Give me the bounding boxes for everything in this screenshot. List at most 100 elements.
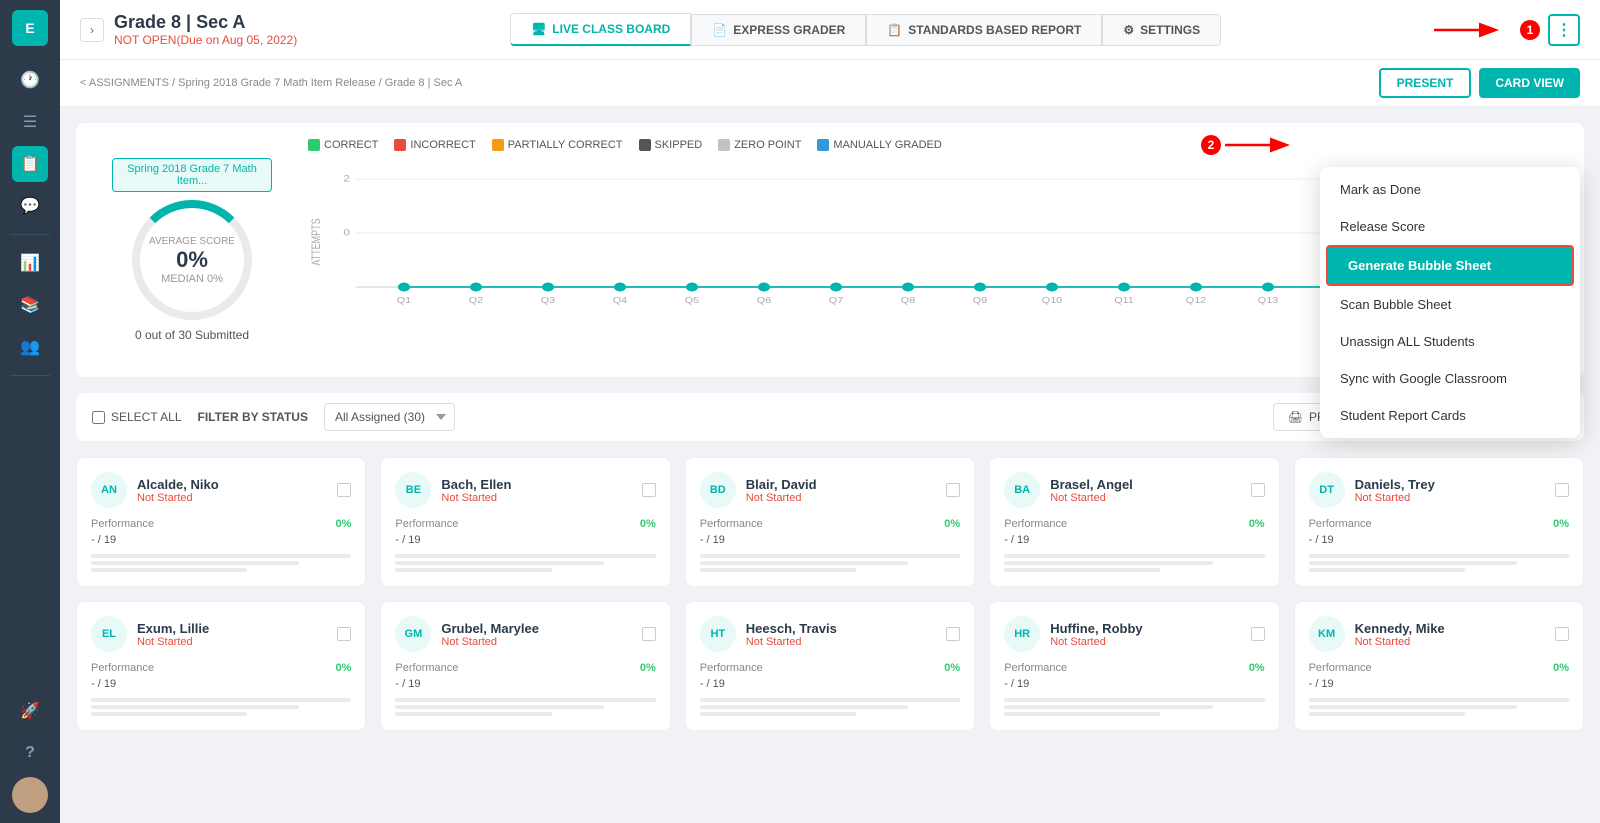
progress-line-1: [700, 554, 960, 558]
sidebar-item-help[interactable]: ?: [12, 735, 48, 771]
score-row: - / 19: [1309, 678, 1569, 690]
student-info: Daniels, Trey Not Started: [1355, 477, 1545, 504]
student-card: BE Bach, Ellen Not Started Performance 0…: [380, 457, 670, 587]
student-checkbox[interactable]: [1251, 627, 1265, 641]
score-row: - / 19: [91, 534, 351, 546]
student-card: EL Exum, Lillie Not Started Performance …: [76, 601, 366, 731]
progress-line-3: [395, 712, 551, 716]
sidebar-item-menu[interactable]: ☰: [12, 104, 48, 140]
select-all-checkbox[interactable]: SELECT ALL: [92, 410, 182, 424]
zero-point-label: ZERO POINT: [734, 139, 801, 151]
student-checkbox[interactable]: [946, 483, 960, 497]
student-info: Brasel, Angel Not Started: [1050, 477, 1240, 504]
performance-label: Performance: [1309, 662, 1372, 674]
status-filter-select[interactable]: All Assigned (30): [324, 403, 455, 431]
filter-by-status-label: FILTER BY STATUS: [198, 410, 308, 424]
sidebar-item-students[interactable]: 👥: [12, 329, 48, 365]
card-view-button[interactable]: CARD VIEW: [1479, 68, 1580, 98]
tab-live-class-board[interactable]: 🖥 LIVE CLASS BOARD: [510, 13, 691, 46]
sidebar-item-library[interactable]: 📚: [12, 287, 48, 323]
sidebar-logo[interactable]: E: [12, 10, 48, 46]
student-card-header: HR Huffine, Robby Not Started: [1004, 616, 1264, 652]
sidebar-item-reports[interactable]: 📊: [12, 245, 48, 281]
dropdown-item[interactable]: Release Score: [1320, 208, 1580, 245]
zero-point-dot: [718, 139, 730, 151]
progress-line-1: [1309, 698, 1569, 702]
svg-text:2: 2: [343, 174, 350, 184]
student-status: Not Started: [746, 636, 936, 648]
student-avatar: KM: [1309, 616, 1345, 652]
score-row: - / 19: [1309, 534, 1569, 546]
progress-lines: [91, 554, 351, 572]
student-checkbox[interactable]: [642, 483, 656, 497]
student-status: Not Started: [441, 492, 631, 504]
student-checkbox[interactable]: [1251, 483, 1265, 497]
student-card-header: GM Grubel, Marylee Not Started: [395, 616, 655, 652]
tab-standards-based-report[interactable]: 📋 STANDARDS BASED REPORT: [866, 14, 1102, 46]
svg-text:Q3: Q3: [541, 296, 555, 305]
student-card: AN Alcalde, Niko Not Started Performance…: [76, 457, 366, 587]
sidebar-item-launch[interactable]: 🚀: [12, 693, 48, 729]
sidebar-item-messages[interactable]: 💬: [12, 188, 48, 224]
dropdown-item[interactable]: Generate Bubble Sheet: [1326, 245, 1574, 286]
student-checkbox[interactable]: [1555, 627, 1569, 641]
student-checkbox[interactable]: [337, 627, 351, 641]
content-area: Spring 2018 Grade 7 Math Item... AVERAGE…: [60, 107, 1600, 823]
student-checkbox[interactable]: [337, 483, 351, 497]
performance-label: Performance: [1004, 518, 1067, 530]
progress-line-3: [1004, 712, 1160, 716]
avatar[interactable]: [12, 777, 48, 813]
breadcrumb-actions: PRESENT CARD VIEW: [1379, 68, 1580, 98]
progress-line-3: [395, 568, 551, 572]
student-name: Alcalde, Niko: [137, 477, 327, 492]
progress-lines: [1309, 554, 1569, 572]
progress-line-2: [395, 561, 603, 565]
dropdown-item[interactable]: Unassign ALL Students: [1320, 323, 1580, 360]
student-card-header: BE Bach, Ellen Not Started: [395, 472, 655, 508]
students-grid: AN Alcalde, Niko Not Started Performance…: [76, 457, 1584, 731]
student-info: Bach, Ellen Not Started: [441, 477, 631, 504]
student-checkbox[interactable]: [1555, 483, 1569, 497]
student-avatar: BD: [700, 472, 736, 508]
progress-lines: [395, 554, 655, 572]
present-button[interactable]: PRESENT: [1379, 68, 1472, 98]
dropdown-item[interactable]: Sync with Google Classroom: [1320, 360, 1580, 397]
progress-line-2: [1004, 705, 1212, 709]
tab-express-grader[interactable]: 📄 EXPRESS GRADER: [691, 14, 866, 46]
performance-row: Performance 0%: [1004, 518, 1264, 530]
avg-score-label: AVERAGE SCORE: [149, 236, 235, 247]
student-status: Not Started: [137, 492, 327, 504]
performance-row: Performance 0%: [700, 518, 960, 530]
progress-line-1: [700, 698, 960, 702]
live-class-board-icon: 🖥: [531, 22, 546, 36]
student-card: BA Brasel, Angel Not Started Performance…: [989, 457, 1279, 587]
student-card-header: BA Brasel, Angel Not Started: [1004, 472, 1264, 508]
dropdown-item[interactable]: Student Report Cards: [1320, 397, 1580, 434]
performance-pct: 0%: [1249, 518, 1265, 530]
student-checkbox[interactable]: [642, 627, 656, 641]
incorrect-dot: [394, 139, 406, 151]
student-checkbox[interactable]: [946, 627, 960, 641]
student-avatar: BE: [395, 472, 431, 508]
legend-manually-graded: MANUALLY GRADED: [817, 139, 941, 151]
number-badge-1: 1: [1520, 20, 1540, 40]
performance-pct: 0%: [1553, 662, 1569, 674]
sidebar-item-recent[interactable]: 🕐: [12, 62, 48, 98]
partially-correct-dot: [492, 139, 504, 151]
annotation-area-2: 2: [1201, 130, 1305, 160]
select-all-input[interactable]: [92, 411, 105, 424]
sidebar-item-assignments[interactable]: 📋: [12, 146, 48, 182]
performance-label: Performance: [1004, 662, 1067, 674]
three-dot-menu-button[interactable]: ⋮: [1548, 14, 1580, 46]
tab-settings[interactable]: ⚙ SETTINGS: [1102, 14, 1221, 46]
collapse-button[interactable]: ›: [80, 18, 104, 42]
performance-label: Performance: [395, 662, 458, 674]
correct-label: CORRECT: [324, 139, 378, 151]
tab-live-class-board-label: LIVE CLASS BOARD: [552, 22, 670, 36]
dropdown-item[interactable]: Scan Bubble Sheet: [1320, 286, 1580, 323]
skipped-label: SKIPPED: [655, 139, 703, 151]
dropdown-item[interactable]: Mark as Done: [1320, 171, 1580, 208]
progress-line-3: [1004, 568, 1160, 572]
svg-text:Q2: Q2: [469, 296, 483, 305]
performance-pct: 0%: [1553, 518, 1569, 530]
